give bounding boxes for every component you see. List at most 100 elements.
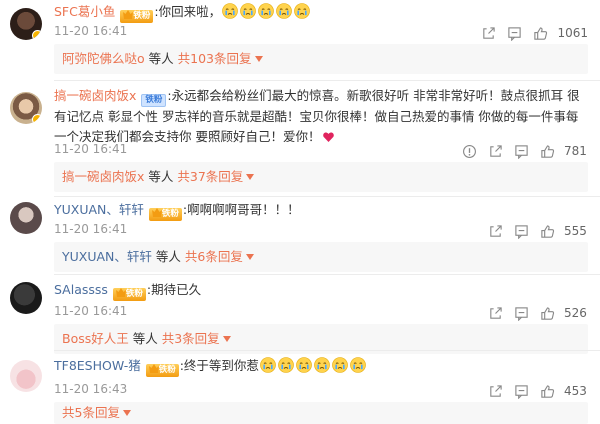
like-button[interactable] [534,304,560,322]
avatar[interactable] [10,282,42,314]
reply-count[interactable]: 共103条回复 [178,51,252,66]
share-button[interactable] [475,24,501,42]
comment-username[interactable]: YUXUAN、轩轩 [54,202,144,217]
face-tears-emoji [314,357,330,373]
like-count: 781 [564,144,587,158]
share-icon [488,384,503,399]
comment-item: SAlassss 铁粉:期待已久 11-20 16:41 526 Boss好人王… [0,278,600,354]
reply-summary[interactable]: 阿弥陀佛么哒o 等人 共103条回复 [54,44,588,74]
chevron-down-icon [246,174,254,180]
like-icon [533,26,548,41]
report-button[interactable] [456,142,482,160]
reply-summary[interactable]: 共5条回复 [54,402,588,424]
report-icon [462,144,477,159]
crown-icon [123,10,133,19]
comment-text: :你回来啦， [154,4,222,19]
avatar[interactable] [10,8,42,40]
comment-username[interactable]: SAlassss [54,282,108,297]
reply-count[interactable]: 共6条回复 [185,249,243,264]
reply-summary[interactable]: YUXUAN、轩轩 等人 共6条回复 [54,242,588,272]
reply-summary[interactable]: 搞一碗卤肉饭x 等人 共37条回复 [54,162,588,192]
comment-icon [514,384,529,399]
avatar[interactable] [10,360,42,392]
comment-actions: 453 [482,382,588,400]
comment-time: 11-20 16:41 [54,304,128,318]
comment-button[interactable] [501,24,527,42]
comment-item: SFC葛小鱼 铁粉:你回来啦， 11-20 16:41 1061 阿弥陀佛么哒o… [0,0,600,84]
comment-actions: 1061 [475,24,588,42]
share-button[interactable] [482,382,508,400]
comment-button[interactable] [508,222,534,240]
comment-icon [514,144,529,159]
reply-username[interactable]: 阿弥陀佛么哒o [62,51,145,66]
like-button[interactable] [527,24,553,42]
avatar[interactable] [10,92,42,124]
face-tears-emoji [350,357,366,373]
comment-username[interactable]: 搞一碗卤肉饭x [54,88,136,103]
face-tears-emoji [332,357,348,373]
crown-icon [152,208,162,217]
reply-username[interactable]: 搞一碗卤肉饭x [62,169,144,184]
comment-actions: 781 [456,142,588,160]
face-tears-emoji [240,3,256,19]
face-tears-emoji [258,3,274,19]
divider [54,196,600,197]
comment-button[interactable] [508,382,534,400]
avatar[interactable] [10,202,42,234]
like-icon [540,144,555,159]
share-icon [488,306,503,321]
comment-actions: 526 [482,304,588,322]
comment-button[interactable] [508,304,534,322]
reply-count[interactable]: 共5条回复 [62,405,120,420]
share-button[interactable] [482,304,508,322]
comment-icon [514,224,529,239]
face-tears-emoji [276,3,292,19]
chevron-down-icon [223,336,231,342]
share-button[interactable] [482,222,508,240]
like-button[interactable] [534,142,560,160]
heart-icon [323,132,334,142]
like-button[interactable] [534,382,560,400]
reply-username[interactable]: YUXUAN、轩轩 [62,249,152,264]
like-button[interactable] [534,222,560,240]
divider [54,80,600,81]
chevron-down-icon [255,56,263,62]
verified-badge-icon [32,114,42,124]
like-icon [540,384,555,399]
like-count: 526 [564,306,587,320]
like-count: 1061 [557,26,588,40]
share-icon [481,26,496,41]
reply-count[interactable]: 共37条回复 [177,169,243,184]
comment-item: YUXUAN、轩轩 铁粉:啊啊啊啊哥哥！！！ 11-20 16:41 555 Y… [0,198,600,276]
fan-badge: 铁粉 [112,288,146,301]
reply-count[interactable]: 共3条回复 [162,331,220,346]
comment-button[interactable] [508,142,534,160]
crown-icon [149,364,159,373]
fan-badge: 铁粉 [145,364,179,377]
face-tears-emoji [296,357,312,373]
comment-text: :终于等到你惹 [179,358,259,373]
comment-text: :啊啊啊啊哥哥！！！ [182,202,300,217]
like-count: 453 [564,384,587,398]
comment-icon [507,26,522,41]
chevron-down-icon [123,410,131,416]
chevron-down-icon [246,254,254,260]
comment-username[interactable]: TF8ESHOW-猪 [54,358,141,373]
comment-time: 11-20 16:41 [54,222,128,236]
comment-time: 11-20 16:43 [54,382,128,396]
reply-username[interactable]: Boss好人王 [62,331,129,346]
comment-actions: 555 [482,222,588,240]
comment-username[interactable]: SFC葛小鱼 [54,4,115,19]
fan-badge: 铁粉 [141,94,167,107]
crown-icon [116,288,126,297]
divider [54,350,600,351]
like-icon [540,306,555,321]
comment-item: 搞一碗卤肉饭x 铁粉:永远都会给粉丝们最大的惊喜。新歌很好听 非常非常好听！鼓点… [0,84,600,196]
face-tears-emoji [222,3,238,19]
comment-text: :期待已久 [146,282,202,297]
like-icon [540,224,555,239]
like-count: 555 [564,224,587,238]
share-button[interactable] [482,142,508,160]
face-tears-emoji [278,357,294,373]
comment-time: 11-20 16:41 [54,142,128,156]
